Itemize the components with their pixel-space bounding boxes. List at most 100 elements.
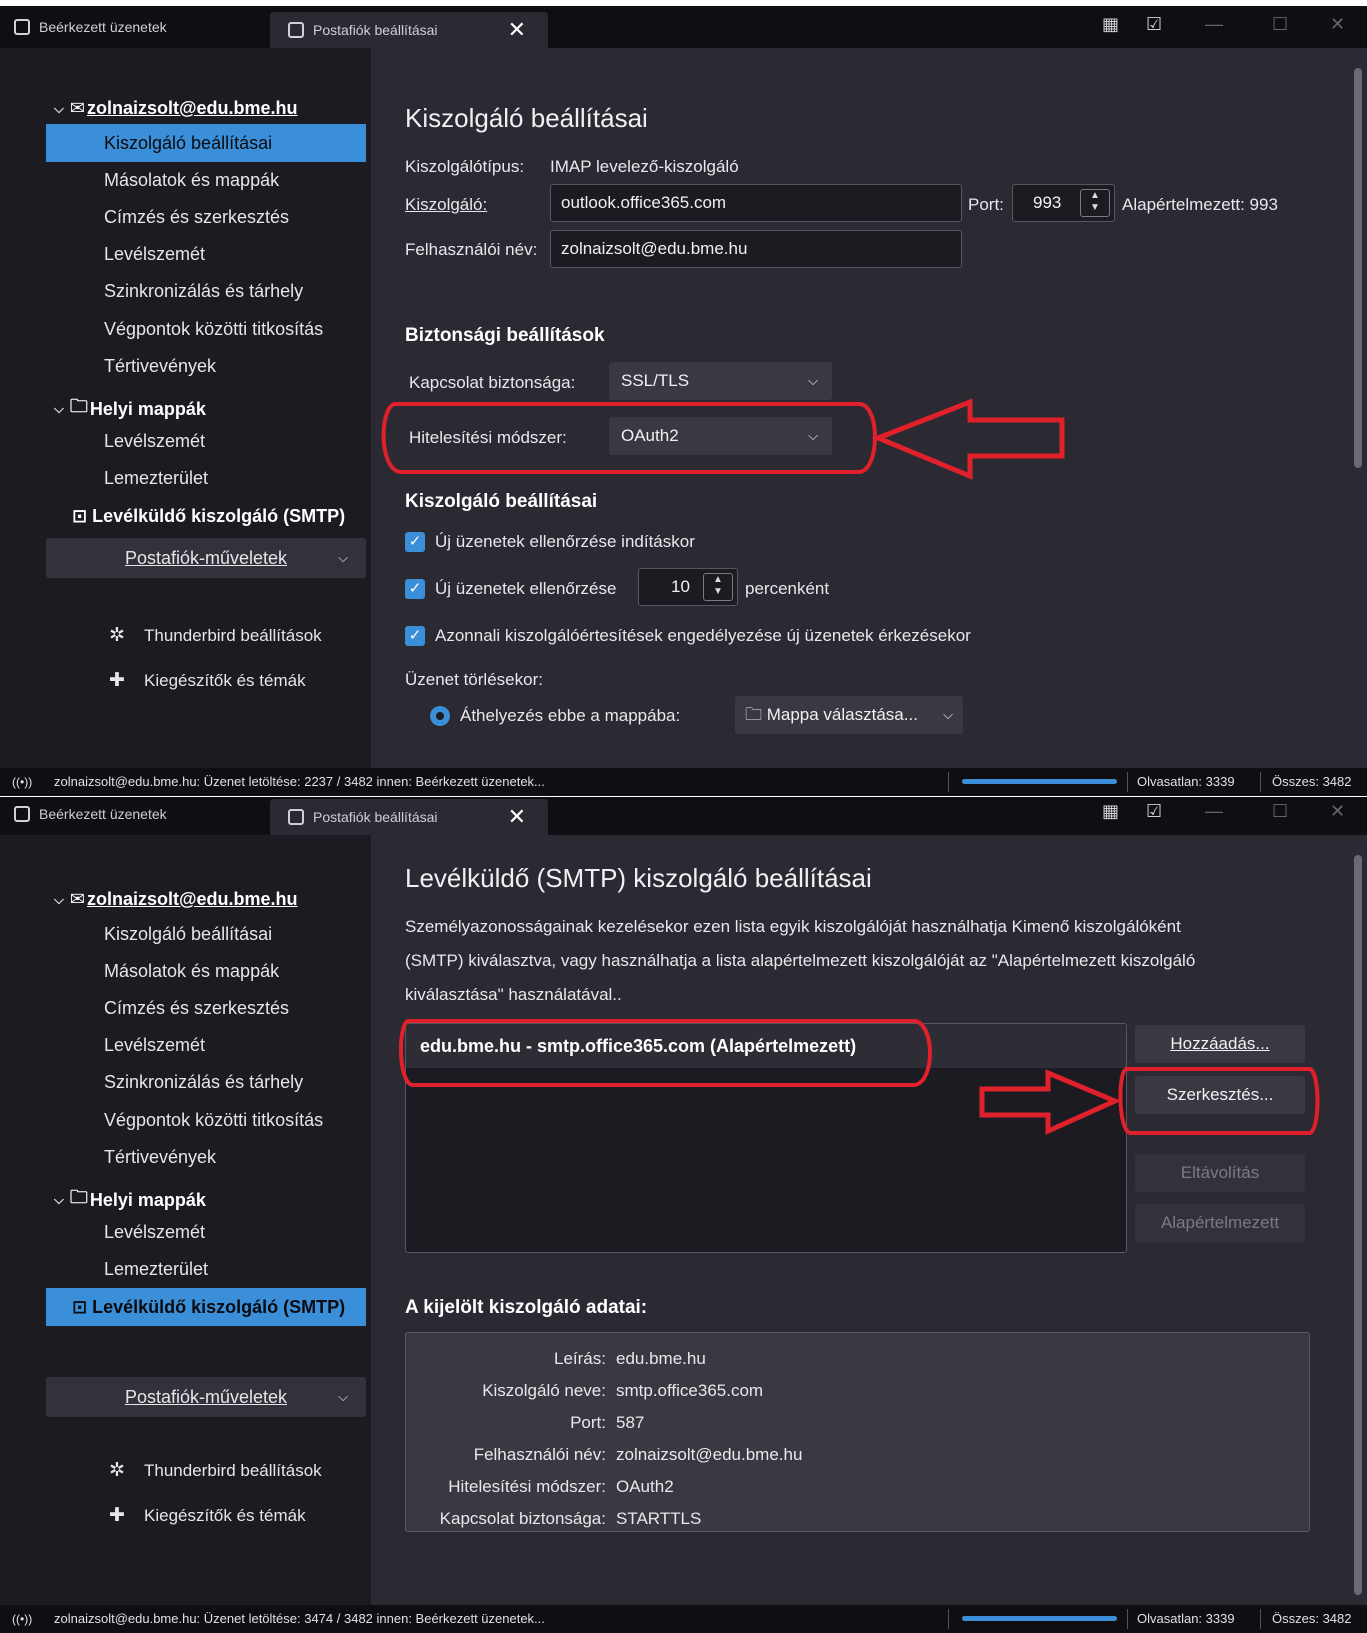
chevron-down-icon: ⌵	[338, 1389, 348, 1404]
check2-label: Új üzenetek ellenőrzése	[435, 579, 617, 598]
addons-label: Kiegészítők és témák	[144, 670, 306, 690]
sidebar-item-e2ee[interactable]: Végpontok közötti titkosítás	[46, 1101, 366, 1139]
account-node[interactable]: ⌵ ✉ zolnaizsolt@edu.bme.hu	[54, 889, 298, 910]
window-close-icon[interactable]: ✕	[1330, 14, 1345, 35]
scrollbar[interactable]	[1349, 48, 1367, 768]
account-actions-button[interactable]: Postafiók-műveletek ⌵	[46, 538, 366, 578]
sidebar-item-receipts[interactable]: Tértivevények	[46, 1138, 366, 1176]
mail-icon: ✉	[69, 98, 85, 118]
sidebar-item-composition[interactable]: Címzés és szerkesztés	[46, 198, 366, 236]
list-item[interactable]: edu.bme.hu - smtp.office365.com (Alapért…	[406, 1024, 1126, 1068]
account-tree: ⌵ ✉ zolnaizsolt@edu.bme.hu Kiszolgáló be…	[6, 835, 371, 1605]
account-actions-label: Postafiók-műveletek	[124, 548, 288, 568]
window-smtp-settings: Beérkezett üzenetek Postafiók beállítása…	[0, 797, 1367, 1633]
thunderbird-settings-link[interactable]: ✲ Thunderbird beállítások	[106, 1459, 322, 1482]
checkbox-checked-icon[interactable]: ✓	[405, 579, 425, 599]
maximize-icon[interactable]: ☐	[1272, 14, 1288, 35]
sidebar-item-copies[interactable]: Másolatok és mappák	[46, 161, 366, 199]
sidebar-item-junk[interactable]: Levélszemét	[46, 235, 366, 273]
edit-button[interactable]: Szerkesztés...	[1135, 1076, 1305, 1114]
account-node[interactable]: ⌵ ✉ zolnaizsolt@edu.bme.hu	[54, 98, 298, 119]
maximize-icon[interactable]: ☐	[1272, 801, 1288, 822]
tab-account-settings[interactable]: Postafiók beállításai ✕	[270, 799, 548, 835]
interval-stepper[interactable]: 10 ▲ ▼	[638, 568, 738, 606]
addons-link[interactable]: ✚ Kiegészítők és témák	[106, 669, 306, 692]
page-title: Levélküldő (SMTP) kiszolgáló beállításai	[405, 863, 872, 893]
sidebar-item-local-junk[interactable]: Levélszemét	[46, 1213, 366, 1251]
addons-label: Kiegészítők és témák	[144, 1505, 306, 1525]
thunderbird-settings-link[interactable]: ✲ Thunderbird beállítások	[106, 624, 322, 647]
check-idle[interactable]: ✓ Azonnali kiszolgálóértesítések engedél…	[405, 626, 971, 646]
port-stepper[interactable]: 993 ▲ ▼	[1012, 184, 1115, 222]
close-tab-icon[interactable]: ✕	[508, 17, 526, 43]
chevron-down-icon: ⌵	[808, 428, 818, 443]
move-label: Áthelyezés ebbe a mappába:	[460, 706, 681, 725]
sidebar-item-smtp[interactable]: ⊡ Levélküldő kiszolgáló (SMTP)	[72, 506, 345, 527]
sidebar-item-copies[interactable]: Másolatok és mappák	[46, 952, 366, 990]
server-settings-heading: Kiszolgáló beállításai	[405, 491, 598, 512]
settings-tab-icon	[288, 22, 304, 38]
total-count: Összes: 3482	[1272, 774, 1352, 789]
sidebar-item-junk[interactable]: Levélszemét	[46, 1026, 366, 1064]
calendar-icon[interactable]: ▦	[1102, 801, 1119, 822]
connection-security-select[interactable]: SSL/TLS ⌵	[609, 362, 832, 400]
check-new-at-startup[interactable]: ✓ Új üzenetek ellenőrzése indításkor	[405, 532, 695, 552]
checkbox-checked-icon[interactable]: ✓	[405, 532, 425, 552]
tasks-icon[interactable]: ☑	[1146, 14, 1162, 35]
smtp-server-list[interactable]: edu.bme.hu - smtp.office365.com (Alapért…	[405, 1023, 1127, 1253]
tasks-icon[interactable]: ☑	[1146, 801, 1162, 822]
status-divider	[948, 1609, 949, 1629]
sidebar-item-server-settings[interactable]: Kiszolgáló beállításai	[46, 915, 366, 953]
radio-selected-icon[interactable]	[430, 706, 450, 726]
scroll-thumb[interactable]	[1354, 855, 1362, 1595]
detail-value: OAuth2	[616, 1477, 674, 1496]
smtp-description-line2: (SMTP) kiválasztva, vagy használhatja a …	[405, 951, 1196, 970]
inbox-icon	[14, 19, 30, 35]
sidebar-item-smtp[interactable]: ⊡ Levélküldő kiszolgáló (SMTP)	[46, 1288, 366, 1326]
checkbox-checked-icon[interactable]: ✓	[405, 626, 425, 646]
server-details-box: Leírás: edu.bme.hu Kiszolgáló neve: smtp…	[405, 1332, 1310, 1532]
tab-inbox[interactable]: Beérkezett üzenetek	[14, 12, 167, 42]
folder-picker-label: Mappa választása...	[766, 705, 918, 724]
account-actions-button[interactable]: Postafiók-műveletek ⌵	[46, 1377, 366, 1417]
server-type-value: IMAP levelező-kiszolgáló	[550, 157, 739, 176]
sidebar-item-server-settings[interactable]: Kiszolgáló beállításai	[46, 124, 366, 162]
progress-bar	[962, 779, 1117, 784]
folder-picker-button[interactable]: 🗀 Mappa választása... ⌵	[735, 696, 963, 734]
sidebar-item-disk-space[interactable]: Lemezterület	[46, 1250, 366, 1288]
scroll-thumb[interactable]	[1354, 68, 1362, 468]
minimize-icon[interactable]: —	[1205, 14, 1223, 35]
calendar-icon[interactable]: ▦	[1102, 14, 1119, 35]
spin-arrows-icon[interactable]: ▲ ▼	[703, 573, 733, 601]
move-to-folder-radio[interactable]: Áthelyezés ebbe a mappába:	[430, 706, 680, 726]
server-input[interactable]: outlook.office365.com	[550, 184, 962, 222]
account-tree: ⌵ ✉ zolnaizsolt@edu.bme.hu Kiszolgáló be…	[6, 48, 371, 768]
window-close-icon[interactable]: ✕	[1330, 801, 1345, 822]
remove-button[interactable]: Eltávolítás	[1135, 1154, 1305, 1192]
spin-arrows-icon[interactable]: ▲ ▼	[1080, 189, 1110, 217]
add-button[interactable]: Hozzáadás...	[1135, 1025, 1305, 1063]
sidebar-item-composition[interactable]: Címzés és szerkesztés	[46, 989, 366, 1027]
status-divider	[1127, 772, 1128, 792]
addons-link[interactable]: ✚ Kiegészítők és témák	[106, 1504, 306, 1527]
close-tab-icon[interactable]: ✕	[508, 804, 526, 830]
check-new-interval[interactable]: ✓ Új üzenetek ellenőrzése	[405, 579, 616, 599]
sidebar-item-sync[interactable]: Szinkronizálás és tárhely	[46, 272, 366, 310]
account-name: zolnaizsolt@edu.bme.hu	[86, 98, 298, 118]
set-default-button[interactable]: Alapértelmezett	[1135, 1204, 1305, 1242]
sidebar-item-receipts[interactable]: Tértivevények	[46, 347, 366, 385]
tab-account-settings[interactable]: Postafiók beállításai ✕	[270, 12, 548, 48]
sidebar-item-local-junk[interactable]: Levélszemét	[46, 422, 366, 460]
auth-method-select[interactable]: OAuth2 ⌵	[609, 417, 832, 455]
sidebar-item-sync[interactable]: Szinkronizálás és tárhely	[46, 1063, 366, 1101]
outbox-icon: ⊡	[72, 1297, 88, 1317]
tab-inbox[interactable]: Beérkezett üzenetek	[14, 799, 167, 829]
sidebar-item-disk-space[interactable]: Lemezterület	[46, 459, 366, 497]
minimize-icon[interactable]: —	[1205, 801, 1223, 822]
sidebar-item-e2ee[interactable]: Végpontok közötti titkosítás	[46, 310, 366, 348]
page-title: Kiszolgáló beállításai	[405, 103, 648, 133]
scrollbar[interactable]	[1349, 835, 1367, 1605]
local-folders-node[interactable]: ⌵ 🗀 Helyi mappák	[54, 1185, 206, 1215]
local-folders-node[interactable]: ⌵ 🗀 Helyi mappák	[54, 394, 206, 424]
username-input[interactable]: zolnaizsolt@edu.bme.hu	[550, 230, 962, 268]
